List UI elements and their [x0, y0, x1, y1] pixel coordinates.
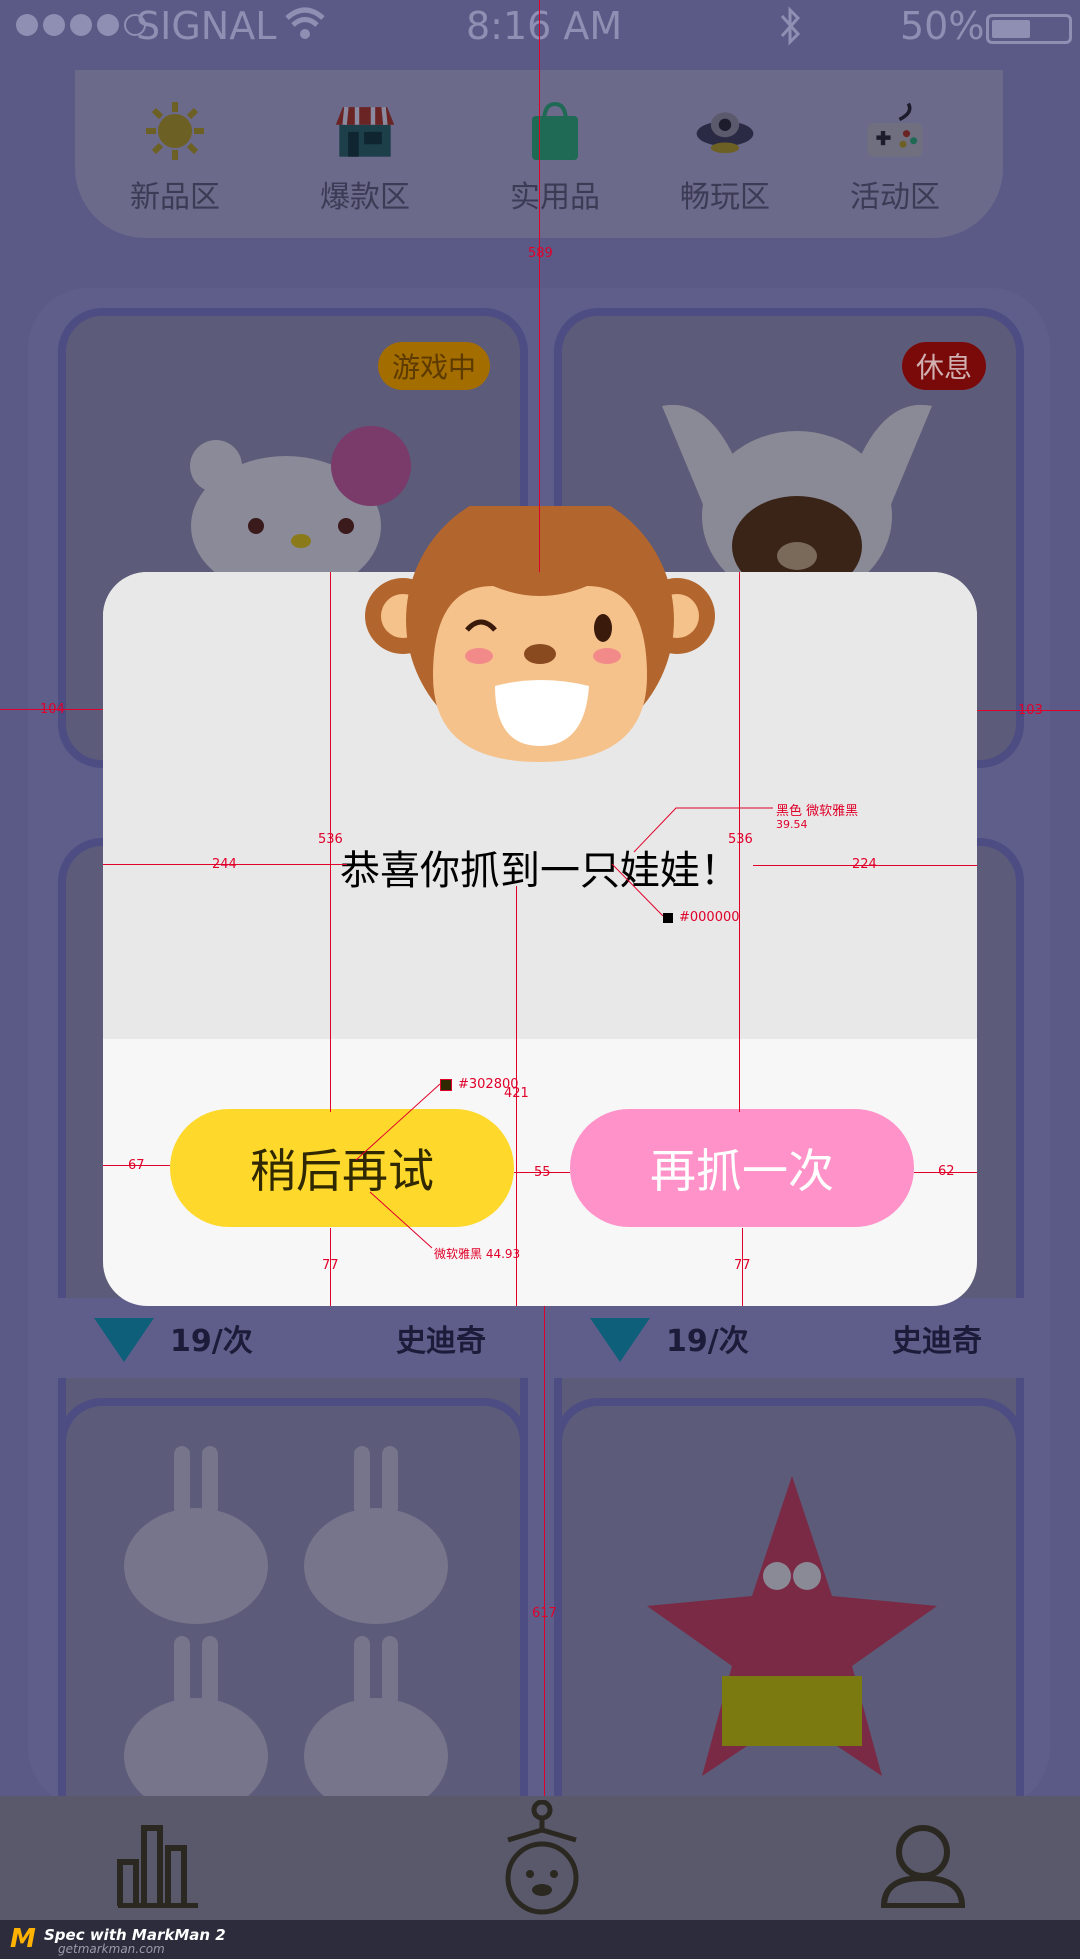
color-annotation: #000000 — [663, 910, 740, 925]
annotation-pointers — [355, 807, 773, 1249]
font-size-annotation: 39.54 — [776, 818, 808, 831]
font-annotation: 微软雅黑 44.93 — [434, 1247, 521, 1261]
color-annotation: #302800 — [440, 1077, 519, 1092]
font-annotation: 黑色 微软雅黑 — [776, 804, 859, 819]
